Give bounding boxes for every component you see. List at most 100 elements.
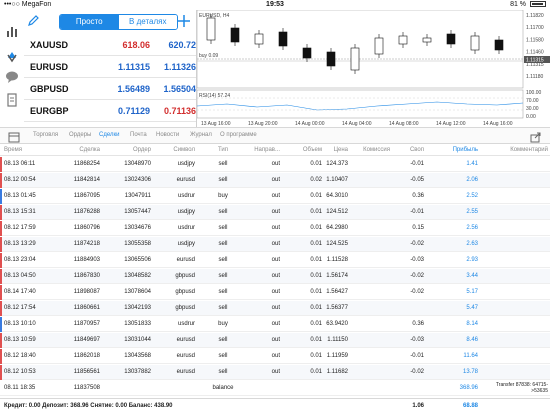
table-row[interactable]: 08.13 15:31 11876288 13057447 usdjpy sell out… <box>0 205 550 220</box>
cell-time: 08.13 10:10 <box>4 321 36 327</box>
cell-volume: 0.01 <box>310 241 322 247</box>
cell-direction: out <box>271 209 280 215</box>
cell-order: 13037882 <box>124 369 151 375</box>
column-header[interactable]: Символ <box>155 147 195 153</box>
cell-swap: -0.02 <box>410 369 424 375</box>
table-row[interactable]: 08.12 17:54 11860661 13042193 gbpusd sell out… <box>0 301 550 316</box>
tab-5[interactable]: Журнал <box>190 132 212 138</box>
quote-row-eurusd[interactable]: EURUSD 1.11315 1.11326 <box>24 58 196 78</box>
chart-canvas: EURUSD, H4RSI(14) 57.241.118201.117001.1… <box>197 10 550 127</box>
table-row[interactable]: 08.13 13:29 11874218 13055358 usdjpy sell out… <box>0 237 550 252</box>
document-icon[interactable] <box>5 93 19 107</box>
cell-deal: 11884903 <box>73 257 100 263</box>
column-header[interactable]: Прибыль <box>444 147 478 153</box>
cell-direction: out <box>271 337 280 343</box>
cell-type: sell <box>218 353 228 359</box>
segment-simple[interactable]: Просто <box>60 15 119 29</box>
quote-row-eurgbp[interactable]: EURGBP 0.71129 0.71136 <box>24 102 196 122</box>
direction-marker <box>0 253 2 268</box>
table-row[interactable]: 08.12 17:59 11860796 13034676 usdrur sell out… <box>0 221 550 236</box>
cell-deal: 11868254 <box>73 161 100 167</box>
chat-icon[interactable] <box>5 70 19 84</box>
price-tick: 1.11700 <box>526 25 544 31</box>
tab-6[interactable]: О программе <box>220 132 257 138</box>
export-icon[interactable] <box>530 130 542 143</box>
table-row[interactable]: 08.13 01:45 11867095 13047911 usdrur buy out 0… <box>0 189 550 204</box>
cell-volume: 0.01 <box>310 305 322 311</box>
cell-price: 124.373 <box>326 161 348 167</box>
cell-profit: 8.14 <box>466 321 478 327</box>
tab-3[interactable]: Почта <box>130 132 147 138</box>
table-row[interactable]: 08.13 10:10 11870957 13051833 usdrur buy out 0… <box>0 317 550 332</box>
table-row[interactable]: 08.13 23:04 11884903 13065506 eurusd sell out… <box>0 253 550 268</box>
cell-time: 08.12 00:54 <box>4 177 36 183</box>
quote-row-gbpusd[interactable]: GBPUSD 1.56489 1.56504 <box>24 80 196 100</box>
cell-symbol: usdjpy <box>177 209 195 215</box>
table-row[interactable]: 08.12 18:40 11862018 13043568 eurusd sell out… <box>0 349 550 364</box>
cell-deal: 11842814 <box>73 177 100 183</box>
plus-icon[interactable] <box>176 13 192 29</box>
quote-row-xauusd[interactable]: XAUUSD 618.06 620.72 <box>24 36 196 56</box>
cell-order: 13031044 <box>124 337 151 343</box>
tab-2[interactable]: Сделки <box>99 132 119 138</box>
column-header[interactable]: Направ... <box>246 147 280 153</box>
cell-type: sell <box>218 177 228 183</box>
table-row[interactable]: 08.12 00:54 11842814 13024306 eurusd sell out… <box>0 173 550 188</box>
cell-direction: out <box>271 177 280 183</box>
column-header[interactable]: Объем <box>292 147 322 153</box>
direction-marker <box>0 189 2 204</box>
cell-type: sell <box>218 161 228 167</box>
table-row[interactable]: 08.13 10:59 11849697 13031044 eurusd sell out… <box>0 333 550 348</box>
column-header[interactable]: Своп <box>400 147 424 153</box>
cell-profit: 368.96 <box>459 385 478 391</box>
cell-volume: 0.01 <box>310 225 322 231</box>
table-row[interactable]: 08.11 18:35 11837508 balance 368.96 Transfer… <box>0 381 550 396</box>
tab-4[interactable]: Новости <box>156 132 179 138</box>
cell-type: sell <box>218 225 228 231</box>
column-header[interactable]: Цена <box>322 147 348 153</box>
table-row[interactable]: 08.13 04:50 11867830 13048582 gbpusd sell out… <box>0 269 550 284</box>
chart-bars-icon[interactable] <box>5 25 19 39</box>
price-chart[interactable]: EURUSD, H4 RSI(14) 57.24 1.11820 1.11700 1.1… <box>196 10 550 127</box>
cell-swap: -0.02 <box>410 241 424 247</box>
cell-profit: 1.41 <box>466 161 478 167</box>
rsi-tick: 70.00 <box>526 98 539 104</box>
table-row[interactable]: 08.12 10:53 11856561 13037882 eurusd sell out… <box>0 365 550 380</box>
cell-type: sell <box>218 305 228 311</box>
tab-1[interactable]: Ордеры <box>69 132 91 138</box>
cell-deal: 11876288 <box>73 209 100 215</box>
segment-details[interactable]: В деталях <box>118 15 177 29</box>
cell-type: sell <box>218 289 228 295</box>
candle-body <box>278 31 288 47</box>
column-header[interactable]: Ордер <box>108 147 151 153</box>
cell-direction: out <box>271 273 280 279</box>
table-row[interactable]: 08.14 17:40 11898087 13078604 gbpusd sell out… <box>0 285 550 300</box>
cell-symbol: usdrur <box>177 225 195 231</box>
cell-profit: 2.63 <box>466 241 478 247</box>
column-header[interactable]: Комиссия <box>352 147 390 153</box>
bottom-tabs: Торговля Ордеры Сделки Почта Новости Журнал О … <box>0 127 550 144</box>
candle-body <box>398 35 408 45</box>
pencil-icon[interactable] <box>26 14 40 28</box>
column-header[interactable]: Время <box>4 147 50 153</box>
view-mode-segmented-control: Просто В деталях <box>59 14 178 30</box>
direction-marker <box>0 157 2 172</box>
cell-profit: 2.06 <box>466 177 478 183</box>
account-summary: Кредит: 0.00 Депозит: 368.96 Снятие: 0.0… <box>4 403 173 409</box>
cell-volume: 0.01 <box>310 369 322 375</box>
cell-type: balance <box>212 385 234 391</box>
column-header[interactable]: Комментарий <box>482 147 548 153</box>
candle-body <box>254 33 264 45</box>
table-row[interactable]: 08.13 06:11 11868254 13048970 usdjpy sell out… <box>0 157 550 172</box>
candle-body <box>446 33 456 45</box>
column-header[interactable]: Тип <box>208 147 238 153</box>
cell-order: 13065506 <box>124 257 151 263</box>
direction-marker <box>0 301 2 316</box>
trade-arrows-icon[interactable] <box>5 49 19 63</box>
cell-symbol: gbpusd <box>175 305 195 311</box>
quote-ask: 620.72 <box>168 40 196 50</box>
battery-icon <box>530 1 546 7</box>
tab-0[interactable]: Торговля <box>33 132 58 138</box>
column-header[interactable]: Сделка <box>60 147 100 153</box>
calendar-icon[interactable] <box>8 130 20 143</box>
